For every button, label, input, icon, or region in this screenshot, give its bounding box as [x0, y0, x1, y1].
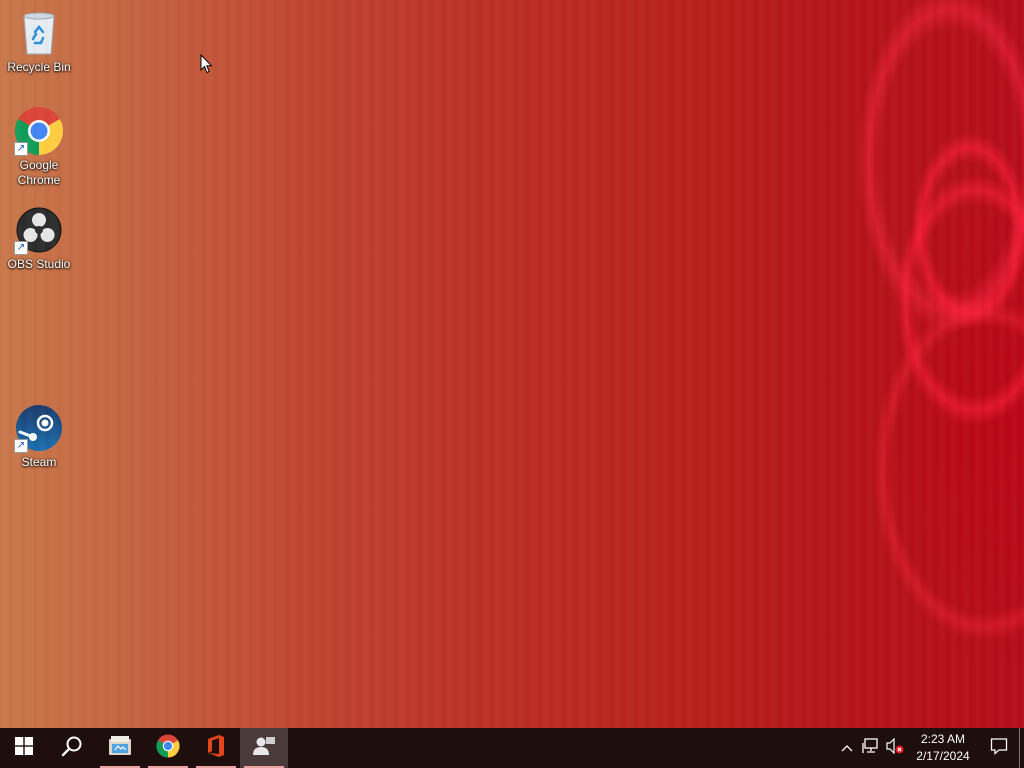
shortcut-arrow-icon: ↗	[14, 241, 28, 255]
steam-icon: ↗	[14, 403, 64, 453]
network-button[interactable]	[859, 728, 883, 768]
network-icon	[862, 737, 880, 759]
shortcut-arrow-icon: ↗	[14, 439, 28, 453]
taskbar-people-button[interactable]	[240, 728, 288, 768]
desktop-wallpaper[interactable]: Recycle Bin ↗ Google Chrome ↗ OBS Studio…	[0, 0, 1024, 728]
taskbar-file-explorer-button[interactable]	[96, 728, 144, 768]
desktop-icon-label: Steam	[21, 455, 57, 469]
start-button[interactable]	[0, 728, 48, 768]
notification-icon	[990, 737, 1008, 760]
recycle-bin-icon	[14, 8, 64, 58]
chevron-up-icon	[841, 739, 853, 757]
desktop-icon-label: Recycle Bin	[7, 60, 71, 74]
taskbar-office-button[interactable]	[192, 728, 240, 768]
taskbar: 2:23 AM 2/17/2024	[0, 728, 1024, 768]
volume-button[interactable]	[883, 728, 907, 768]
system-tray: 2:23 AM 2/17/2024	[835, 728, 1024, 768]
clock-button[interactable]: 2:23 AM 2/17/2024	[907, 728, 979, 768]
desktop-icon-google-chrome[interactable]: ↗ Google Chrome	[1, 106, 77, 188]
taskbar-chrome-button[interactable]	[144, 728, 192, 768]
chrome-icon	[156, 733, 180, 763]
clock-time: 2:23 AM	[920, 732, 965, 746]
file-explorer-icon	[107, 734, 133, 763]
desktop-icon-recycle-bin[interactable]: Recycle Bin	[1, 8, 77, 75]
chrome-icon: ↗	[14, 106, 64, 156]
desktop-icon-obs-studio[interactable]: ↗ OBS Studio	[1, 205, 77, 272]
search-button[interactable]	[48, 728, 96, 768]
obs-icon: ↗	[14, 205, 64, 255]
search-icon	[61, 735, 83, 762]
action-center-button[interactable]	[979, 728, 1019, 768]
show-desktop-button[interactable]	[1019, 728, 1024, 768]
desktop-icon-label: Google Chrome	[17, 158, 61, 187]
show-hidden-icons-button[interactable]	[835, 728, 859, 768]
clock-date: 2/17/2024	[916, 749, 970, 763]
people-icon	[252, 735, 276, 762]
shortcut-arrow-icon: ↗	[14, 142, 28, 156]
volume-muted-icon	[886, 737, 904, 759]
office-icon	[206, 734, 226, 763]
mouse-cursor-icon	[200, 53, 214, 79]
desktop-icon-label: OBS Studio	[7, 257, 71, 271]
windows-start-icon	[15, 736, 33, 760]
desktop-icon-steam[interactable]: ↗ Steam	[1, 403, 77, 470]
